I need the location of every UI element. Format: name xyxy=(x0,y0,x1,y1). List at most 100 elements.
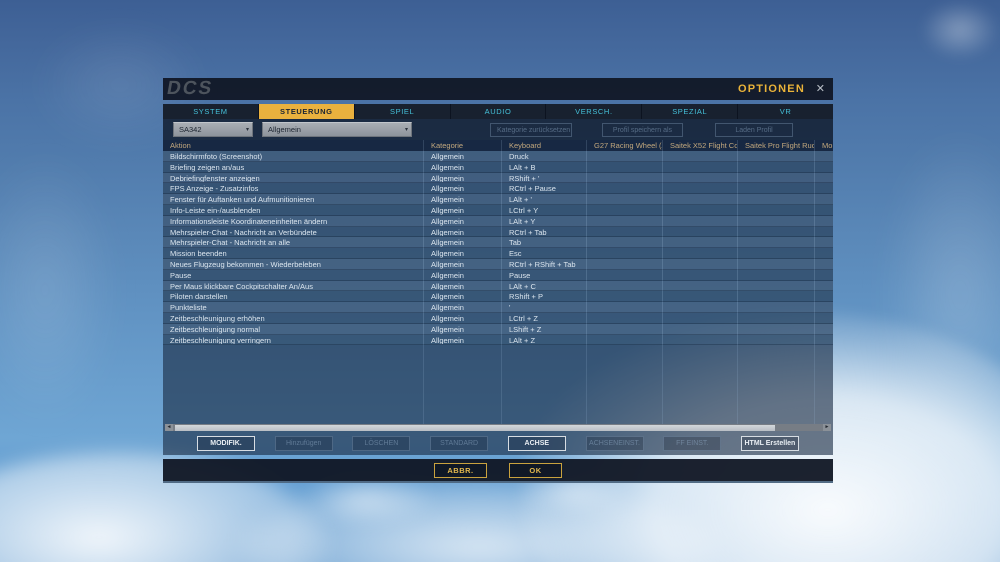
table-row[interactable]: Piloten darstellen Allgemein RShift + P xyxy=(163,291,833,303)
device-cell xyxy=(663,237,738,249)
cloud-wisp-top-right xyxy=(920,0,1000,60)
table-row[interactable]: Zeitbeschleunigung erhöhen Allgemein LCtrl… xyxy=(163,312,833,324)
empty-column xyxy=(815,345,833,424)
keyboard-cell: RShift + ' xyxy=(502,172,587,184)
device-cell xyxy=(663,161,738,173)
category-cell: Allgemein xyxy=(424,334,502,346)
column-header-mo: Mo xyxy=(822,141,833,150)
device-cell xyxy=(738,194,815,205)
keyboard-cell: LAlt + Z xyxy=(502,334,587,346)
device-cell xyxy=(587,334,663,346)
device-cell xyxy=(663,204,738,216)
device-cell xyxy=(738,258,815,270)
device-cell xyxy=(738,172,815,184)
category-cell: Allgemein xyxy=(424,248,502,259)
device-cell xyxy=(815,270,833,281)
table-row[interactable]: Info-Leiste ein-/ausblenden Allgemein LCtr… xyxy=(163,204,833,216)
table-row[interactable]: Zeitbeschleunigung normal Allgemein LShift… xyxy=(163,323,833,335)
close-icon[interactable]: ✕ xyxy=(816,78,825,100)
tab-versch[interactable]: VERSCH. xyxy=(546,104,643,119)
chevron-down-icon: ▾ xyxy=(245,127,249,133)
aircraft-dropdown[interactable]: SA342 ▾ xyxy=(173,122,253,137)
tab-spezial[interactable]: SPEZIAL xyxy=(642,104,739,119)
table-row[interactable]: FPS Anzeige - Zusatzinfos Allgemein RCtrl … xyxy=(163,183,833,195)
keyboard-cell: RShift + P xyxy=(502,291,587,303)
device-cell xyxy=(587,258,663,270)
table-row[interactable]: Pause Allgemein Pause xyxy=(163,269,833,281)
keyboard-cell: LShift + Z xyxy=(502,323,587,335)
device-cell xyxy=(587,280,663,292)
table-row[interactable]: Per Maus klickbare Cockpitschalter An/Au… xyxy=(163,280,833,292)
cloud-wisp-right xyxy=(880,130,1000,460)
scrollbar-thumb[interactable] xyxy=(175,424,775,431)
category-cell: Allgemein xyxy=(424,258,502,270)
device-cell xyxy=(815,281,833,292)
action-cell: Fenster für Auftanken und Aufmunitionier… xyxy=(163,194,424,205)
table-row[interactable]: Briefing zeigen an/aus Allgemein LAlt + B xyxy=(163,161,833,173)
category-dropdown-value: Allgemein xyxy=(268,125,301,134)
scroll-left-icon[interactable]: ◄ xyxy=(165,424,173,431)
keyboard-cell: ' xyxy=(502,302,587,313)
category-cell: Allgemein xyxy=(424,172,502,184)
device-cell xyxy=(663,215,738,227)
ok-button[interactable]: OK xyxy=(509,462,562,478)
device-cell xyxy=(663,248,738,259)
table-row[interactable]: Bildschirmfoto (Screenshot) Allgemein Druc… xyxy=(163,151,833,162)
laden-profil-button: Laden Profil xyxy=(715,123,793,137)
table-row[interactable]: Mehrspieler-Chat - Nachricht an Verbünde… xyxy=(163,226,833,238)
action-cell: Mission beenden xyxy=(163,248,424,259)
table-row[interactable]: Neues Flugzeug bekommen - Wiederbeleben A… xyxy=(163,258,833,270)
modifik-button[interactable]: MODIFIK. xyxy=(197,436,255,451)
category-cell: Allgemein xyxy=(424,161,502,173)
empty-column xyxy=(663,345,738,424)
category-dropdown[interactable]: Allgemein ▾ xyxy=(262,122,412,137)
tab-audio[interactable]: AUDIO xyxy=(451,104,547,119)
table-row[interactable]: Mission beenden Allgemein Esc xyxy=(163,248,833,259)
keyboard-cell: Tab xyxy=(502,237,587,249)
key-bindings-rows: Bildschirmfoto (Screenshot) Allgemein Druc… xyxy=(163,151,833,346)
html-erstellen-button[interactable]: HTML Erstellen xyxy=(740,436,799,451)
device-cell xyxy=(587,291,663,303)
device-cell xyxy=(738,302,815,313)
table-row[interactable]: Informationsleiste Koordinateneinheiten … xyxy=(163,215,833,227)
tab-spiel[interactable]: SPIEL xyxy=(355,104,451,119)
category-cell: Allgemein xyxy=(424,194,502,205)
device-cell xyxy=(587,215,663,227)
device-cell xyxy=(815,162,833,173)
controls-row: SA342 ▾ Allgemein ▾ Kategorie zurücksetz… xyxy=(163,119,833,140)
device-cell xyxy=(738,204,815,216)
table-empty-area xyxy=(163,345,833,424)
device-cell xyxy=(738,215,815,227)
device-cell xyxy=(815,194,833,205)
device-cell xyxy=(587,204,663,216)
tab-system[interactable]: SYSTEM xyxy=(163,104,259,119)
device-cell xyxy=(815,313,833,324)
device-cell xyxy=(738,269,815,281)
cloud-bottom-middle xyxy=(240,482,720,562)
table-row[interactable]: Debriefingfenster anzeigen Allgemein RShif… xyxy=(163,172,833,184)
category-cell: Allgemein xyxy=(424,215,502,227)
horizontal-scrollbar[interactable]: ◄ ► xyxy=(165,424,831,431)
table-row[interactable]: Fenster für Auftanken und Aufmunitionier… xyxy=(163,194,833,205)
device-cell xyxy=(738,161,815,173)
scroll-right-icon[interactable]: ► xyxy=(823,424,831,431)
keyboard-cell: Druck xyxy=(502,151,587,162)
category-cell: Allgemein xyxy=(424,280,502,292)
tab-vr[interactable]: VR xyxy=(738,104,833,119)
action-cell: Piloten darstellen xyxy=(163,291,424,303)
device-cell xyxy=(587,194,663,205)
device-cell xyxy=(738,334,815,346)
cancel-button[interactable]: ABBR. xyxy=(434,462,487,478)
action-cell: Zeitbeschleunigung normal xyxy=(163,323,424,335)
table-row[interactable]: Punkteliste Allgemein ' xyxy=(163,302,833,313)
achse-button[interactable]: ACHSE xyxy=(507,436,566,451)
ff-einst-button: FF EINST. xyxy=(663,436,722,451)
device-cell xyxy=(738,151,815,162)
table-row[interactable]: Zeitbeschleunigung verringern Allgemein LA… xyxy=(163,334,833,346)
action-cell: Info-Leiste ein-/ausblenden xyxy=(163,204,424,216)
category-cell: Allgemein xyxy=(424,226,502,238)
category-cell: Allgemein xyxy=(424,237,502,249)
action-cell: Informationsleiste Koordinateneinheiten … xyxy=(163,215,424,227)
tab-steuerung[interactable]: STEUERUNG xyxy=(258,104,355,119)
table-row[interactable]: Mehrspieler-Chat - Nachricht an alle Allg… xyxy=(163,237,833,249)
